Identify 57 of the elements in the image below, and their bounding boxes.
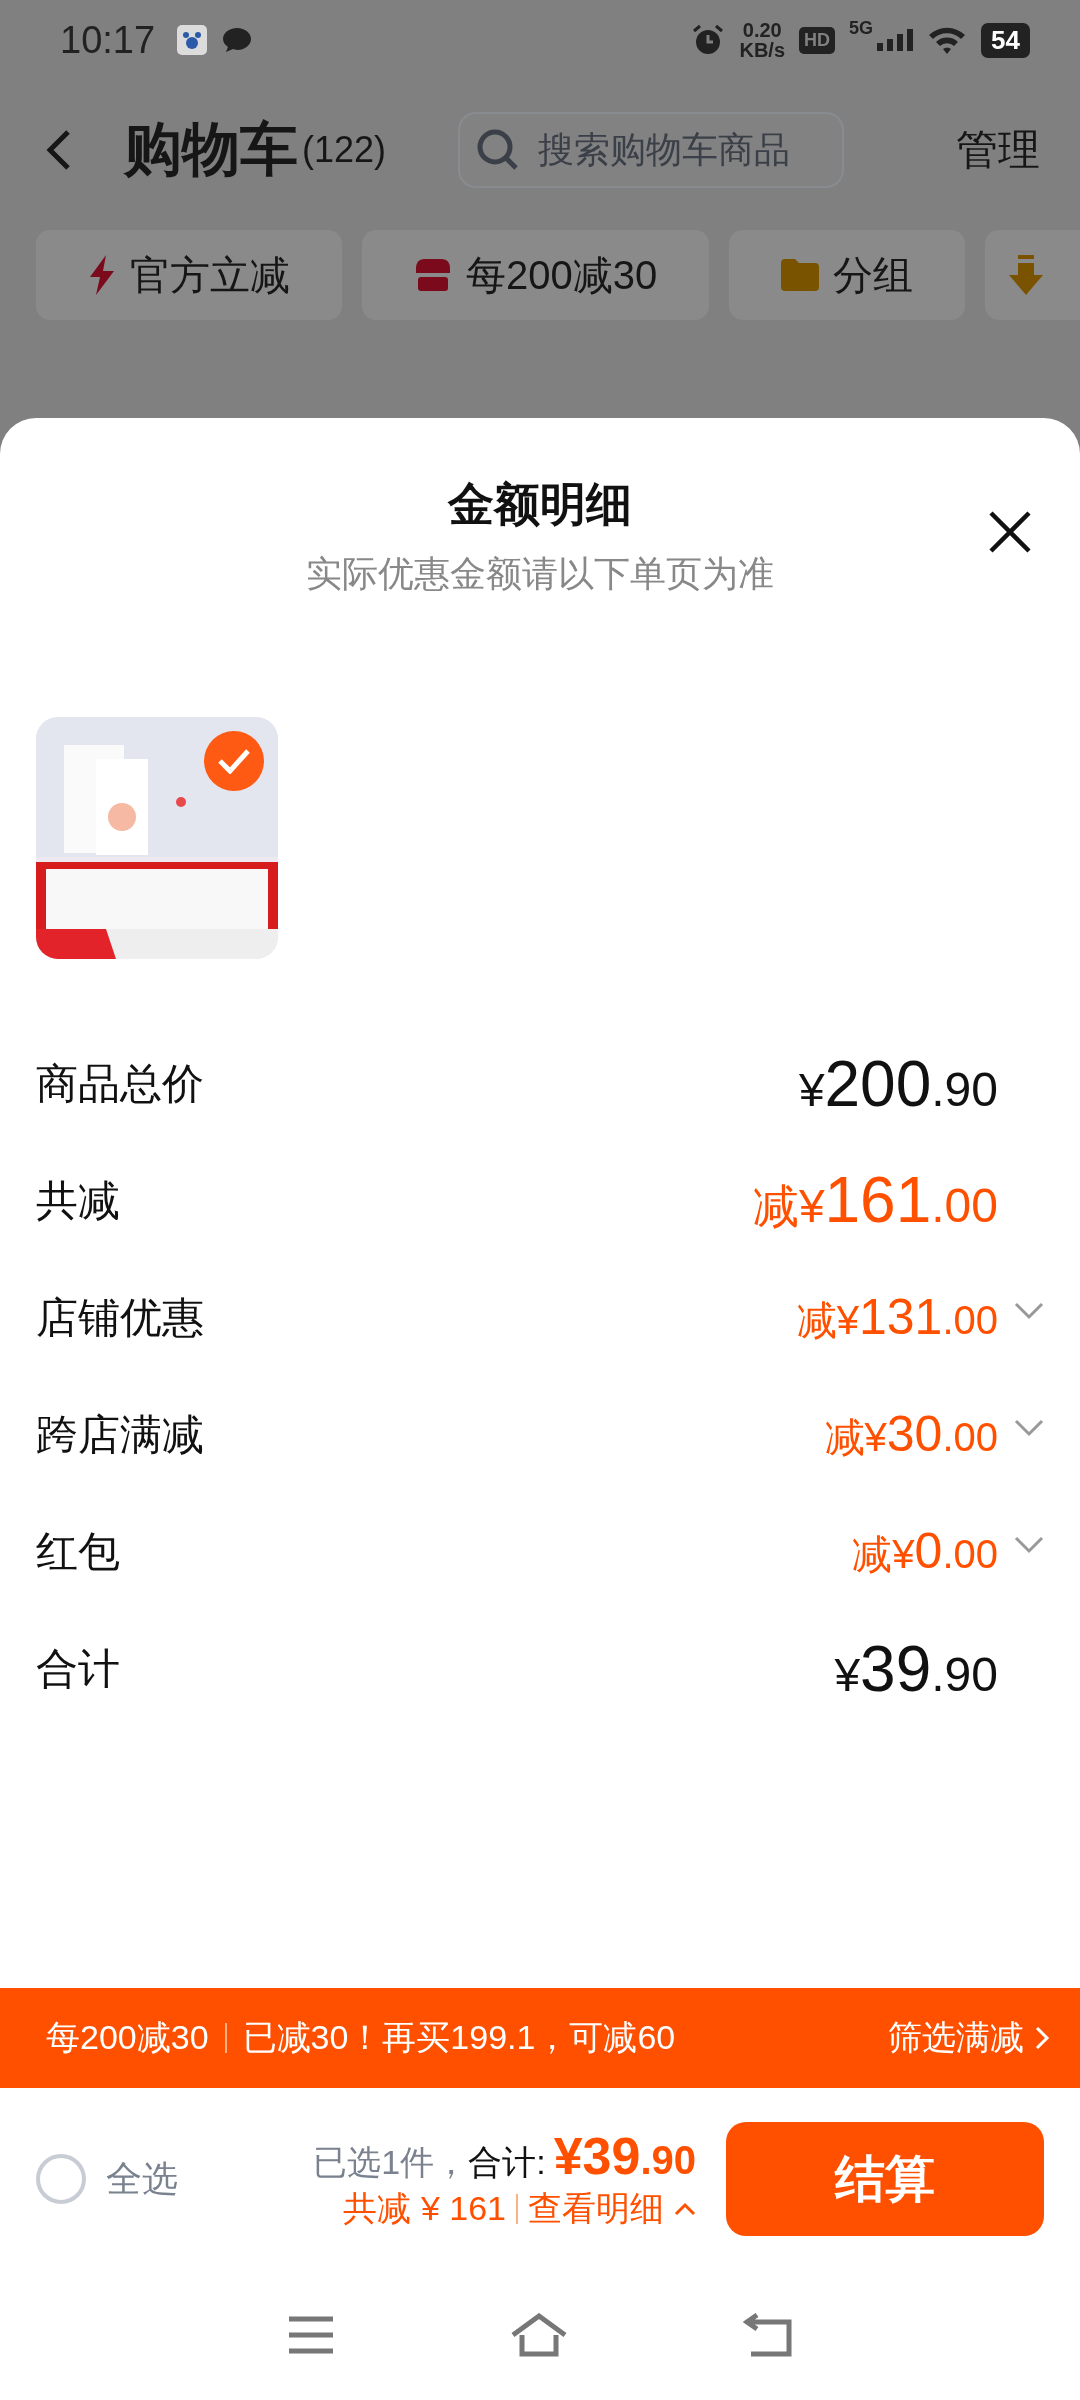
alarm-icon [691,23,726,57]
page-title: 购物车 [124,115,298,183]
network-speed: 0.20 [742,20,782,40]
chevron-up-icon[interactable] [674,2202,696,2216]
close-icon[interactable] [988,510,1032,554]
select-all-label[interactable]: 全选 [106,2154,178,2204]
clock-time: 10:17 [60,18,156,62]
amount-label: 红包 [36,1526,121,1577]
amount-value: 减¥161.00 [752,1163,998,1238]
signal-icon [877,29,914,51]
home-icon[interactable] [510,2313,568,2357]
down-arrow-icon [1009,255,1044,295]
checkout-button[interactable]: 结算 [726,2122,1044,2236]
filter-chip[interactable] [985,230,1080,320]
chevron-down-icon[interactable] [1014,1301,1044,1320]
total-price: ¥39.90 [553,2126,696,2186]
filter-chip[interactable]: 分组 [729,230,966,320]
paw-app-icon [177,25,208,55]
amount-label: 跨店满减 [36,1409,205,1460]
shop-icon [414,259,452,291]
chevron-right-icon[interactable] [1034,2025,1050,2051]
view-details-link[interactable]: 查看明细 [528,2186,664,2232]
folder-icon [781,259,820,291]
amount-value: ¥39.90 [834,1631,998,1706]
amount-label: 店铺优惠 [36,1292,205,1343]
promo-message: 已减30！再买199.1，可减60 [242,2017,676,2058]
amount-label: 合计 [36,1643,121,1694]
chevron-down-icon[interactable] [1014,1418,1044,1437]
chat-bubble-icon [221,26,254,54]
amount-value: 减¥30.00 [824,1404,998,1464]
filter-chip[interactable]: 官方立减 [36,230,342,320]
filter-chip[interactable]: 每200减30 [362,230,710,320]
manage-link[interactable]: 管理 [956,122,1040,178]
amount-value: 减¥131.00 [796,1287,998,1347]
check-icon [217,748,251,774]
cart-count: (122) [302,129,387,171]
saved-amount: 共减 ¥ 161 [343,2188,506,2229]
sheet-subtitle: 实际优惠金额请以下单页为准 [305,552,775,596]
lightning-icon [88,255,116,295]
battery-level: 54 [981,22,1030,58]
amount-value: 减¥0.00 [852,1521,998,1581]
total-label: 合计: [468,2142,546,2183]
back-nav-icon[interactable] [742,2313,793,2357]
network-type: 5G [849,18,874,39]
select-all-radio[interactable] [36,2154,86,2204]
search-field[interactable]: 搜索购物车商品 [458,112,845,188]
speed-unit: KB/s [739,40,786,60]
promo-rule: 每200减30 [46,2017,209,2058]
amount-label: 共减 [36,1175,121,1226]
selected-count: 已选1件， [313,2142,469,2183]
filter-link[interactable]: 筛选满减 [888,2015,1024,2061]
hd-badge: HD [799,26,836,54]
amount-label: 商品总价 [36,1058,205,1109]
amount-value: ¥200.90 [798,1046,998,1121]
chevron-down-icon[interactable] [1014,1535,1044,1554]
menu-icon[interactable] [287,2315,336,2355]
sheet-title: 金额明细 [448,477,632,532]
